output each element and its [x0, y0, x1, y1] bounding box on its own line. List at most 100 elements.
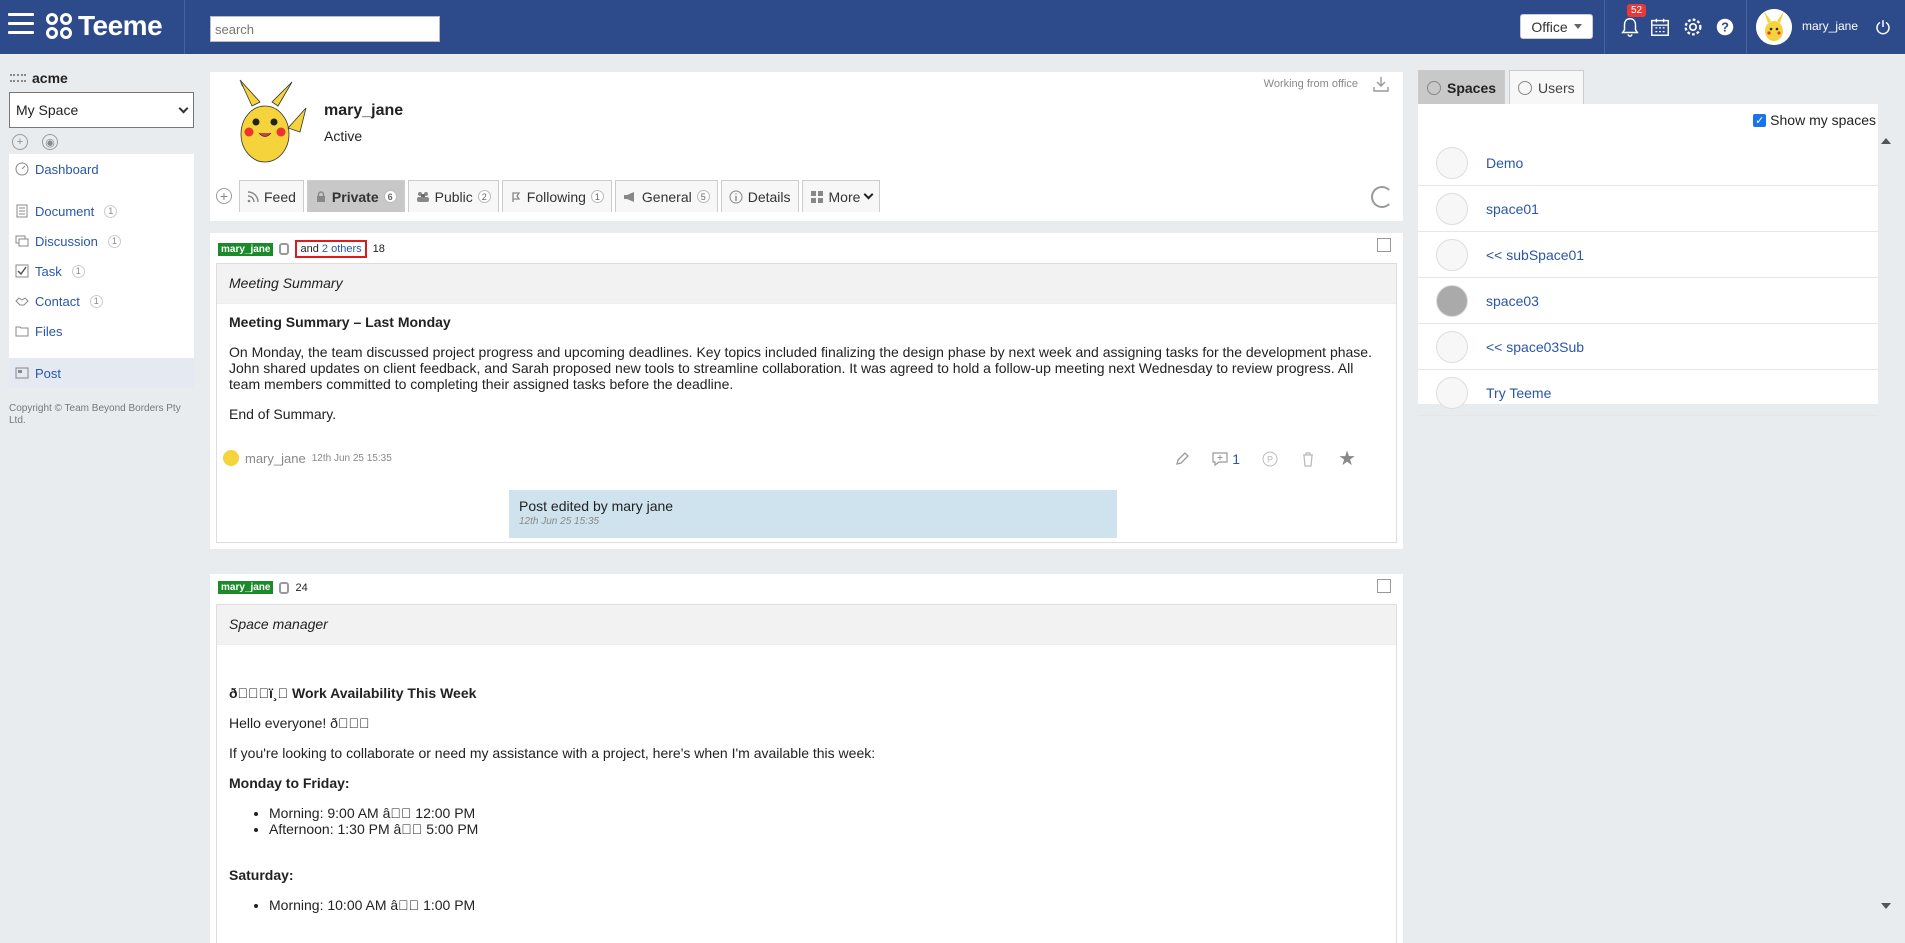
- open-external-icon[interactable]: [1377, 579, 1391, 593]
- svg-text:P: P: [1267, 454, 1273, 464]
- sidebar-item-discussion[interactable]: Discussion 1: [9, 226, 194, 256]
- user-icon: [1518, 80, 1533, 95]
- tab-private[interactable]: Private 6: [306, 180, 405, 212]
- list-item[interactable]: Try Teeme: [1418, 370, 1878, 416]
- power-icon[interactable]: [1874, 18, 1892, 36]
- menu-icon[interactable]: [8, 13, 34, 37]
- tab-general[interactable]: General 5: [614, 180, 718, 212]
- lock-icon: [279, 243, 290, 255]
- add-icon[interactable]: +: [12, 134, 28, 150]
- trash-icon[interactable]: [1300, 451, 1316, 467]
- caret-down-icon: [1573, 24, 1582, 29]
- sidebar-item-label: Discussion: [35, 233, 98, 249]
- sidebar-item-label: Post: [35, 365, 62, 381]
- others-link[interactable]: 2 others: [322, 243, 362, 255]
- sidebar-item-document[interactable]: Document 1: [9, 196, 194, 226]
- tab-more[interactable]: More: [801, 180, 881, 212]
- space-name: space03: [1486, 292, 1539, 309]
- left-sidebar: acme My Space + ◉ Dashboard Document 1 D…: [0, 54, 204, 943]
- tab-users[interactable]: Users: [1509, 70, 1584, 104]
- info-icon: [729, 190, 743, 203]
- tab-label: Public: [434, 188, 473, 205]
- add-tab-icon[interactable]: +: [216, 188, 232, 204]
- profile-picture: [239, 79, 307, 163]
- sidebar-item-contact[interactable]: Contact 1: [9, 286, 194, 316]
- refresh-icon[interactable]: [1371, 186, 1393, 208]
- edit-history: Post edited by mary jane 12th Jun 25 15:…: [509, 490, 1117, 538]
- download-icon[interactable]: [1373, 76, 1389, 92]
- megaphone-icon: [623, 191, 634, 202]
- tab-feed[interactable]: Feed: [239, 180, 304, 212]
- edit-icon[interactable]: [1174, 451, 1190, 467]
- post-meta: mary_jane 12th Jun 25 15:35: [223, 450, 392, 466]
- logo-text: Teeme: [78, 10, 163, 41]
- star-icon[interactable]: ★: [1338, 446, 1356, 471]
- post-heading: ð   ï¸  Work Availability This Week: [229, 685, 477, 701]
- list-item: Morning: 9:00 AM â   12:00 PM: [269, 805, 1384, 821]
- sidebar-nav: Dashboard Document 1 Discussion 1 Task 1…: [9, 154, 194, 388]
- open-external-icon[interactable]: [1377, 238, 1391, 252]
- tab-spaces[interactable]: Spaces: [1418, 70, 1506, 104]
- grid-icon: [810, 190, 823, 203]
- profile-name: mary_jane: [324, 102, 404, 119]
- scrollbar[interactable]: [1880, 134, 1892, 909]
- gear-icon[interactable]: [1682, 16, 1704, 38]
- scroll-down-icon[interactable]: [1881, 903, 1891, 909]
- space-avatar: [1436, 146, 1468, 179]
- sidebar-item-dashboard[interactable]: Dashboard: [9, 154, 194, 184]
- spaces-icon: [1427, 80, 1441, 95]
- author-tag[interactable]: mary_jane: [218, 581, 274, 594]
- office-dropdown[interactable]: Office: [1520, 14, 1593, 39]
- list-item[interactable]: << subSpace01: [1418, 232, 1878, 278]
- scroll-up-icon[interactable]: [1881, 138, 1891, 144]
- checkbox-checked-icon: ✓: [1753, 113, 1767, 127]
- right-panel: Spaces Users ✓ Show my spaces Demo space…: [1418, 70, 1878, 943]
- sidebar-item-count: 1: [104, 204, 118, 218]
- org-name: acme: [32, 70, 68, 86]
- avatar[interactable]: [1756, 9, 1792, 45]
- sidebar-item-task[interactable]: Task 1: [9, 256, 194, 286]
- tab-following[interactable]: Following 1: [501, 180, 612, 212]
- sidebar-item-label: Task: [35, 263, 62, 279]
- comment-button[interactable]: 1: [1212, 451, 1240, 467]
- recipients[interactable]: and 2 others: [295, 240, 367, 258]
- author-tag[interactable]: mary_jane: [218, 242, 274, 256]
- meta-date: 12th Jun 25 15:35: [311, 452, 392, 464]
- meta-author[interactable]: mary_jane: [245, 451, 306, 466]
- profile-header: mary_jane Active Working from office + F…: [210, 72, 1403, 221]
- space-select[interactable]: My Space: [9, 92, 194, 128]
- users-icon: [416, 191, 429, 202]
- tab-public[interactable]: Public 2: [407, 180, 499, 212]
- sidebar-item-files[interactable]: Files: [9, 316, 194, 346]
- list-item[interactable]: space01: [1418, 186, 1878, 232]
- eye-icon[interactable]: ◉: [42, 134, 58, 150]
- lock-icon: [316, 190, 325, 202]
- chevron-down-icon: [863, 189, 874, 200]
- search-input[interactable]: [210, 16, 440, 42]
- folder-icon: [15, 326, 29, 337]
- dashboard-icon: [15, 162, 29, 176]
- checkbox-label: Show my spaces: [1770, 112, 1876, 128]
- sidebar-item-post[interactable]: Post: [9, 358, 194, 388]
- profile-status: Active: [324, 128, 363, 144]
- sidebar-item-count: 1: [89, 294, 103, 308]
- sidebar-item-count: 1: [107, 234, 121, 248]
- bell-icon[interactable]: [1619, 16, 1641, 38]
- pin-icon[interactable]: P: [1262, 451, 1278, 467]
- divider: [1604, 0, 1605, 54]
- tab-details[interactable]: Details: [720, 180, 799, 212]
- user-name[interactable]: mary_jane: [1802, 19, 1858, 33]
- logo[interactable]: Teeme: [46, 10, 163, 42]
- list-item[interactable]: space03: [1418, 278, 1878, 324]
- show-my-spaces-checkbox[interactable]: ✓ Show my spaces: [1753, 112, 1876, 128]
- calendar-icon[interactable]: [1649, 16, 1671, 38]
- sidebar-item-label: Contact: [35, 293, 80, 309]
- list-item[interactable]: << space03Sub: [1418, 324, 1878, 370]
- office-label: Office: [1531, 18, 1568, 35]
- post-paragraph: If you're looking to collaborate or need…: [229, 745, 876, 761]
- help-icon[interactable]: ?: [1714, 16, 1736, 38]
- space-avatar: [1436, 330, 1468, 363]
- list-item[interactable]: Demo: [1418, 140, 1878, 186]
- tab-label: Spaces: [1447, 79, 1497, 96]
- space-name: << subSpace01: [1486, 246, 1585, 263]
